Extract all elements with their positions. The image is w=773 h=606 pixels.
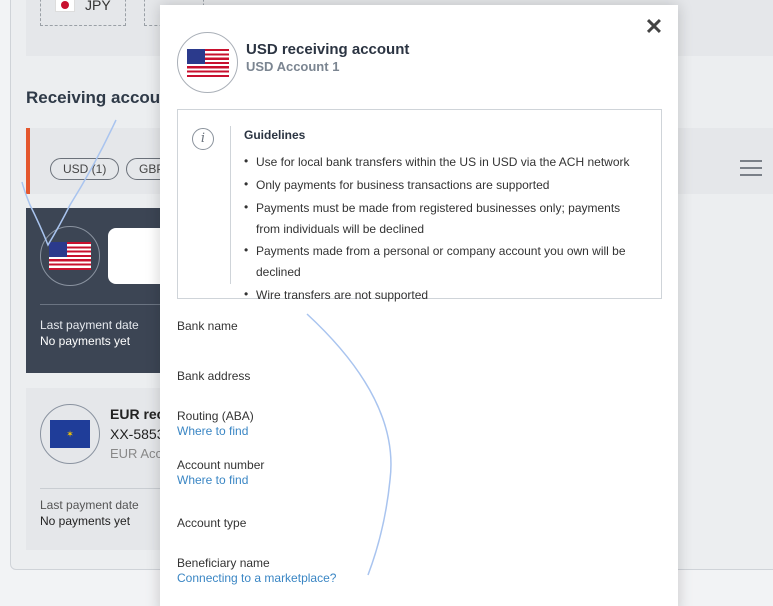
field-account-number: Account number Where to find xyxy=(177,458,637,487)
field-label: Account type xyxy=(177,516,247,530)
usd-account-modal: ✕ USD receiving account USD Account 1 i … xyxy=(160,5,678,606)
last-payment-value: No payments yet xyxy=(40,514,131,528)
info-icon: i xyxy=(192,128,214,150)
guideline-item: Use for local bank transfers within the … xyxy=(244,151,644,173)
list-view-icon[interactable] xyxy=(740,160,762,178)
field-label: Bank name xyxy=(177,319,238,333)
guidelines-divider xyxy=(230,126,231,284)
guidelines-title: Guidelines xyxy=(244,128,306,142)
guidelines-box: i Guidelines Use for local bank transfer… xyxy=(177,109,662,305)
eur-account-number: XX-5853 xyxy=(110,426,165,442)
eur-account-subtitle: EUR Acc xyxy=(110,446,163,461)
field-label: Account number xyxy=(177,458,265,472)
guideline-item: Wire transfers are not supported xyxy=(244,284,644,306)
close-icon[interactable]: ✕ xyxy=(644,16,664,38)
jp-flag-icon xyxy=(55,0,75,12)
last-payment-label: Last payment date xyxy=(40,318,139,332)
filter-pill-usd[interactable]: USD (1) xyxy=(50,158,120,180)
marketplace-link[interactable]: Connecting to a marketplace? xyxy=(177,571,637,585)
field-label: Routing (ABA) xyxy=(177,409,254,423)
field-label: Bank address xyxy=(177,369,251,383)
field-beneficiary-name: Beneficiary name Connecting to a marketp… xyxy=(177,556,637,585)
where-to-find-routing-link[interactable]: Where to find xyxy=(177,424,637,438)
field-bank-address: Bank address xyxy=(177,369,637,383)
currency-chip-jpy[interactable]: JPY xyxy=(40,0,126,26)
field-account-type: Account type xyxy=(177,516,637,530)
modal-subtitle: USD Account 1 xyxy=(246,59,340,74)
guideline-item: Payments must be made from registered bu… xyxy=(244,197,644,240)
currency-chip-label: JPY xyxy=(85,0,111,13)
us-flag-icon xyxy=(49,242,91,270)
flag-circle: ✶ xyxy=(40,404,100,464)
where-to-find-account-link[interactable]: Where to find xyxy=(177,473,637,487)
eu-flag-icon: ✶ xyxy=(50,420,90,448)
flag-circle xyxy=(40,226,100,286)
us-flag-icon xyxy=(186,48,229,77)
field-routing-aba: Routing (ABA) Where to find xyxy=(177,409,637,438)
guideline-item: Payments made from a personal or company… xyxy=(244,240,644,283)
header-flag-circle xyxy=(177,32,238,93)
guidelines-list: Use for local bank transfers within the … xyxy=(244,151,644,308)
guideline-item: Only payments for business transactions … xyxy=(244,174,644,196)
field-bank-name: Bank name xyxy=(177,319,637,333)
modal-title: USD receiving account xyxy=(246,41,410,58)
field-label: Beneficiary name xyxy=(177,556,270,570)
eur-account-title: EUR rec xyxy=(110,406,165,422)
last-payment-value: No payments yet xyxy=(40,334,131,348)
last-payment-label: Last payment date xyxy=(40,498,139,512)
